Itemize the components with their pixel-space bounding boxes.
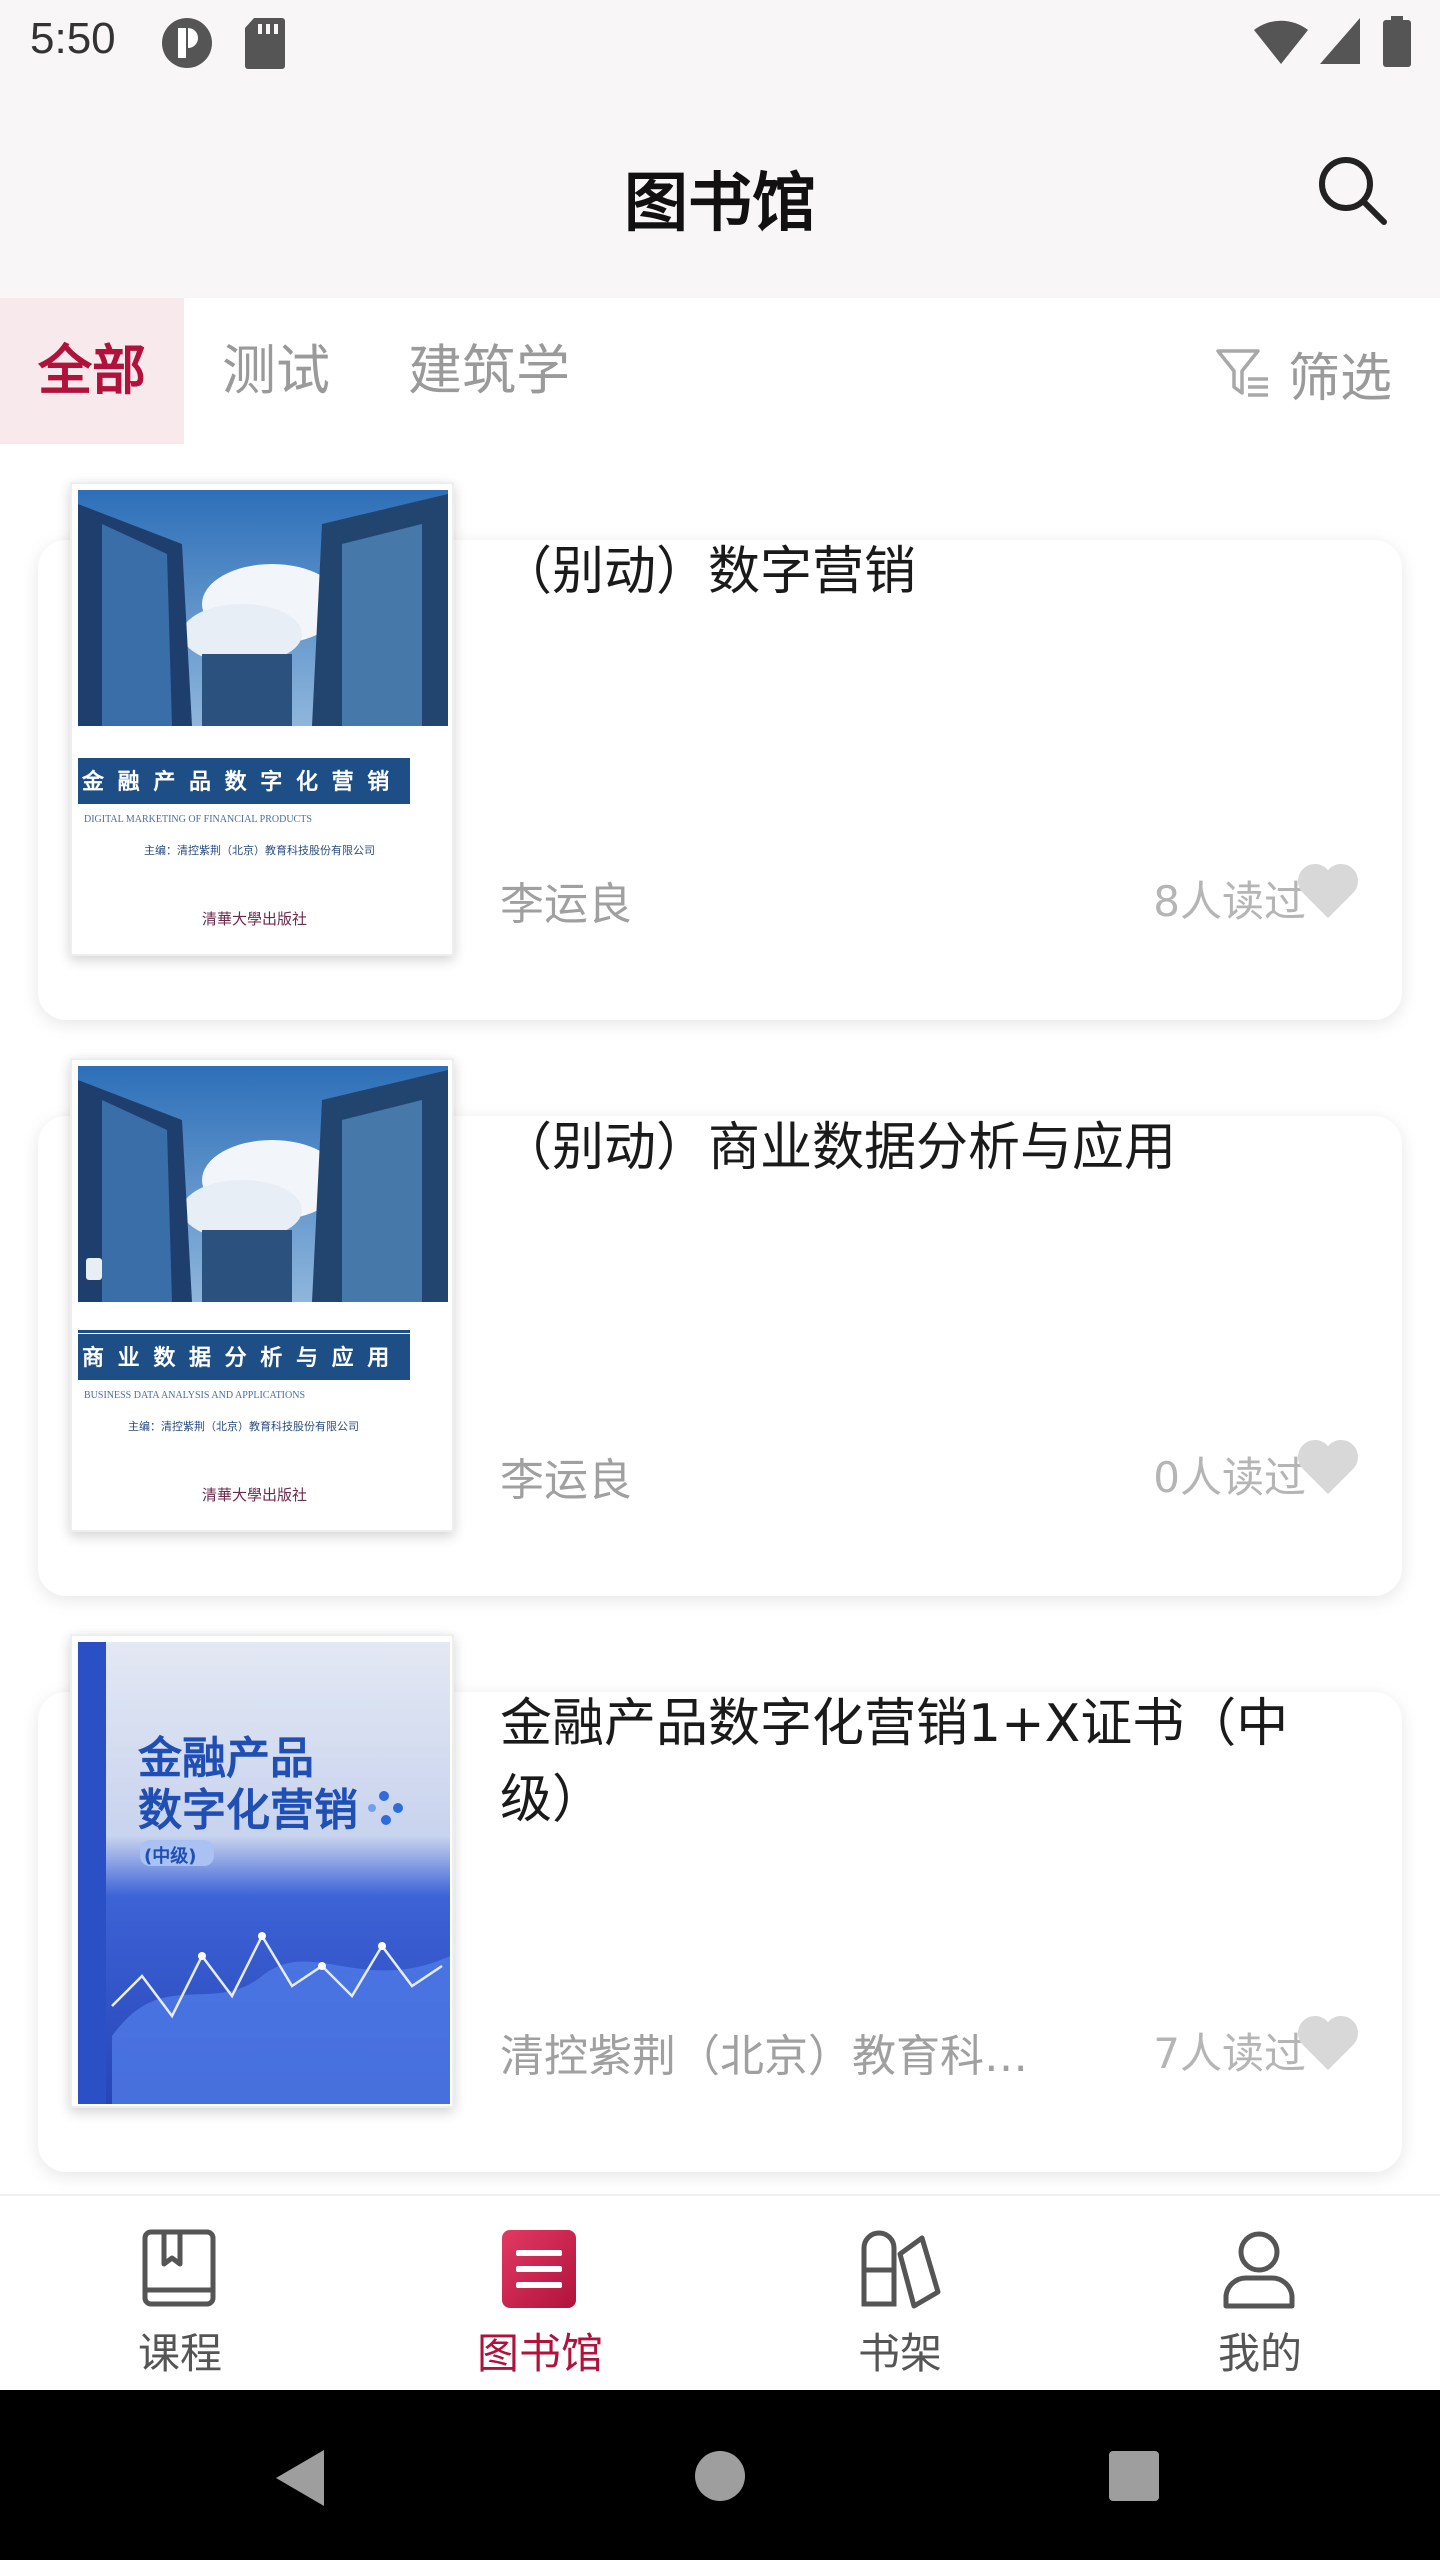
nav-bookshelf[interactable]: 书架: [720, 2196, 1080, 2392]
book-title[interactable]: （别动）数字营销: [500, 534, 1360, 610]
cover-heading: 金 融 产 品 数 字 化 营 销: [82, 770, 393, 795]
status-bar: 5:50: [0, 0, 1440, 84]
book-cover-image: [78, 490, 448, 804]
cover-subheading: DIGITAL MARKETING OF FINANCIAL PRODUCTS: [84, 814, 312, 825]
tab-architecture[interactable]: 建筑学: [378, 298, 600, 444]
book-cover-image: [78, 1066, 448, 1380]
book-title[interactable]: 金融产品数字化营销1+X证书（中级）: [500, 1686, 1360, 1838]
book-author: 李运良: [500, 1455, 632, 1506]
read-count: 0人读过: [1153, 1453, 1306, 1502]
nav-label: 课程: [137, 2329, 222, 2378]
cover-publisher: 清華大學出版社: [202, 1488, 308, 1504]
cover-subheading: BUSINESS DATA ANALYSIS AND APPLICATIONS: [84, 1390, 306, 1401]
nav-library[interactable]: 图书馆: [360, 2196, 720, 2392]
cover-publisher: 清華大學出版社: [202, 912, 308, 928]
cover-editor: 主编：清控紫荆（北京）教育科技股份有限公司: [128, 1420, 359, 1433]
read-count: 8人读过: [1153, 877, 1306, 926]
status-time: 5:50: [30, 14, 116, 63]
cover-title-line2: 数字化营销: [138, 1785, 358, 1836]
category-tabs: 全部 测试 建筑学 筛选: [0, 298, 1440, 444]
book-cover[interactable]: 金 融 产 品 数 字 化 营 销 DIGITAL MARKETING OF F…: [70, 482, 454, 956]
search-icon[interactable]: [1312, 150, 1394, 232]
heart-icon[interactable]: [1296, 1438, 1360, 1496]
home-icon[interactable]: [694, 2450, 746, 2502]
bookshelf-icon: [861, 2230, 941, 2309]
signal-icon: [1320, 18, 1360, 64]
cover-heading: 商 业 数 据 分 析 与 应 用: [82, 1346, 393, 1371]
bottom-navigation: 课程 图书馆 书架 我的: [0, 2194, 1440, 2390]
app-notification-icon: [162, 18, 212, 68]
tab-test[interactable]: 测试: [184, 298, 368, 444]
nav-courses[interactable]: 课程: [0, 2196, 360, 2392]
sd-card-icon: [245, 18, 285, 69]
person-icon: [1223, 2231, 1295, 2309]
system-navigation-bar: [0, 2390, 1440, 2560]
tab-all[interactable]: 全部: [0, 298, 184, 444]
filter-button[interactable]: 筛选: [1214, 338, 1393, 409]
book-item[interactable]: 金融产品 数字化营销 (中级) 金融产品数字化营销1+X证书（中级） 清控紫荆（…: [38, 1634, 1402, 2172]
nav-profile[interactable]: 我的: [1080, 2196, 1440, 2392]
recents-icon[interactable]: [1108, 2450, 1160, 2502]
nav-label: 我的: [1217, 2329, 1302, 2378]
book-author: 清控紫荆（北京）教育科技股份有限公司: [500, 2031, 1060, 2082]
book-open-icon: [142, 2229, 216, 2307]
book-author: 李运良: [500, 879, 632, 930]
nav-label: 书架: [857, 2329, 942, 2378]
book-title[interactable]: （别动）商业数据分析与应用: [500, 1110, 1360, 1186]
book-cover[interactable]: 商 业 数 据 分 析 与 应 用 BUSINESS DATA ANALYSIS…: [70, 1058, 454, 1532]
heart-icon[interactable]: [1296, 2014, 1360, 2072]
app-bar: 图书馆: [0, 84, 1440, 298]
book-item[interactable]: 商 业 数 据 分 析 与 应 用 BUSINESS DATA ANALYSIS…: [38, 1058, 1402, 1596]
book-cover-image: [78, 1642, 450, 2104]
heart-icon[interactable]: [1296, 862, 1360, 920]
book-cover[interactable]: 金融产品 数字化营销 (中级): [70, 1634, 454, 2108]
cover-editor: 主编：清控紫荆（北京）教育科技股份有限公司: [144, 844, 375, 857]
page-title: 图书馆: [624, 167, 816, 241]
filter-label: 筛选: [1288, 348, 1393, 409]
cover-level: (中级): [144, 1846, 197, 1867]
library-icon: [502, 2230, 576, 2308]
battery-icon: [1383, 16, 1411, 67]
read-count: 7人读过: [1153, 2029, 1306, 2078]
back-icon[interactable]: [270, 2446, 330, 2510]
wifi-icon: [1254, 20, 1308, 64]
filter-icon: [1216, 349, 1268, 397]
nav-label: 图书馆: [476, 2329, 603, 2378]
book-item[interactable]: 金 融 产 品 数 字 化 营 销 DIGITAL MARKETING OF F…: [38, 482, 1402, 1020]
